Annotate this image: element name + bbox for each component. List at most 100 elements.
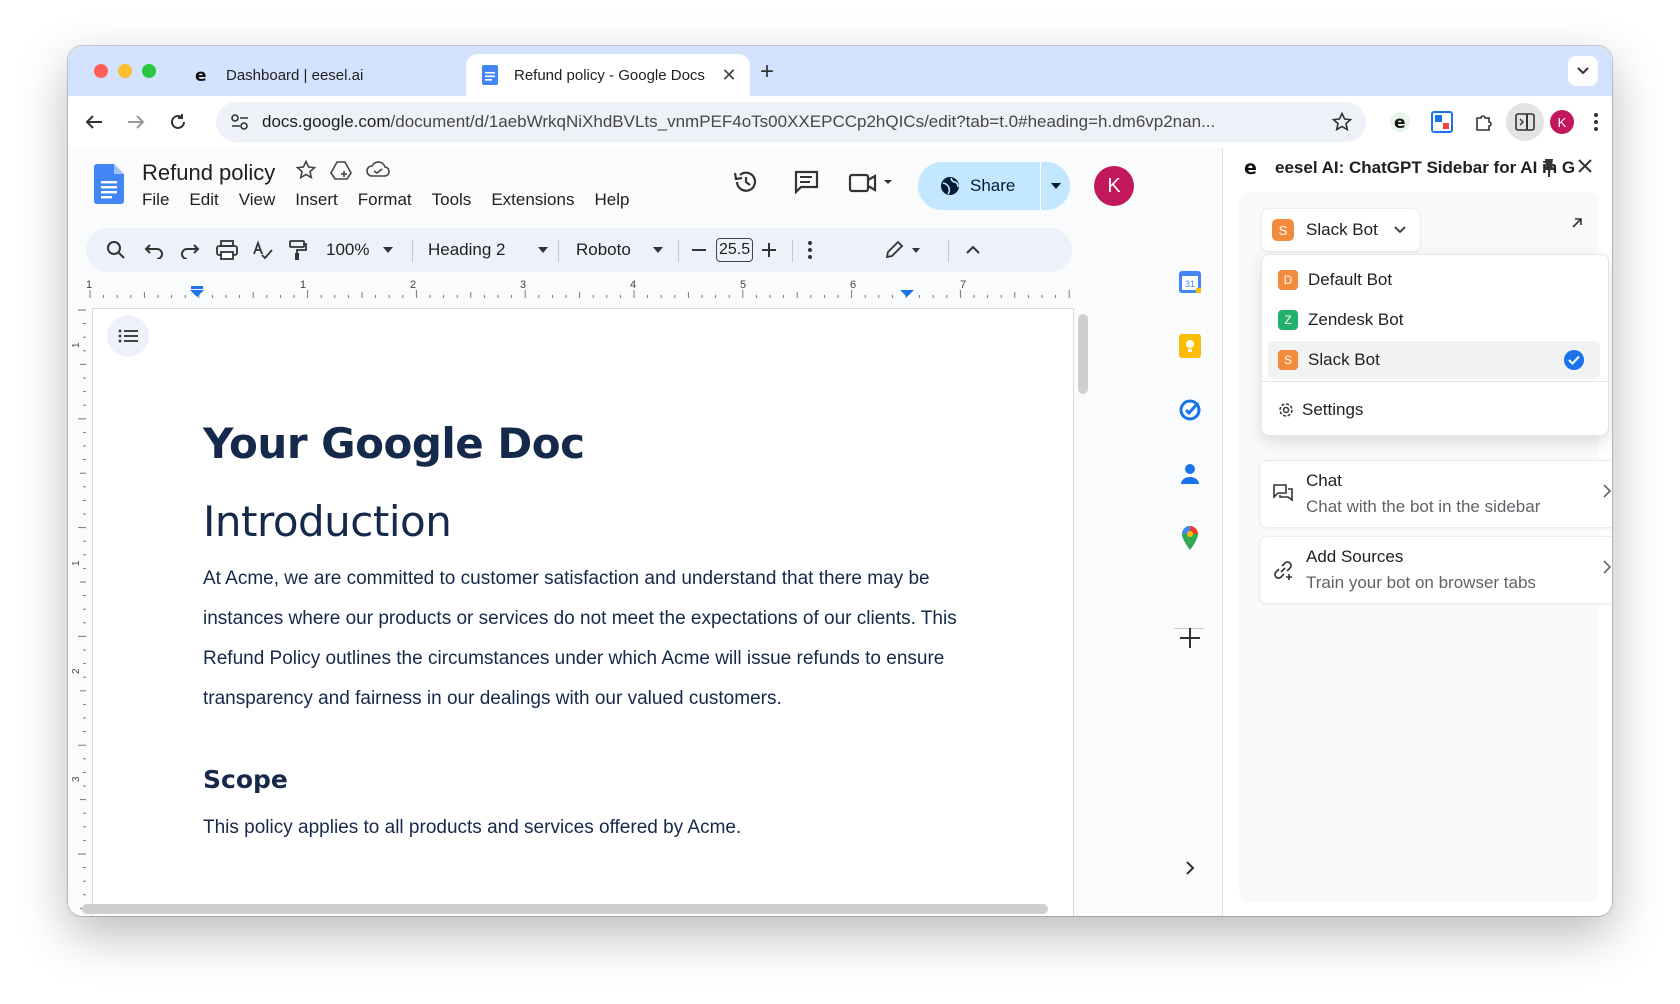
menu-edit[interactable]: Edit xyxy=(189,190,218,210)
menu-help[interactable]: Help xyxy=(594,190,629,210)
editing-mode-icon[interactable] xyxy=(884,228,924,272)
doc-heading-1[interactable]: Your Google Doc xyxy=(203,419,585,468)
keep-icon[interactable] xyxy=(1176,332,1204,360)
ruler-number: 2 xyxy=(71,668,82,674)
site-info-icon[interactable] xyxy=(230,113,250,136)
search-menus-icon[interactable] xyxy=(106,228,126,272)
menu-format[interactable]: Format xyxy=(358,190,412,210)
menu-insert[interactable]: Insert xyxy=(295,190,338,210)
eesel-extension-icon[interactable]: e xyxy=(1386,108,1414,136)
star-icon[interactable] xyxy=(295,159,317,185)
svg-text:e: e xyxy=(195,66,207,84)
extensions-puzzle-icon[interactable] xyxy=(1470,108,1498,136)
font-select[interactable]: Roboto xyxy=(576,228,663,272)
doc-heading-3[interactable]: Scope xyxy=(203,765,288,794)
menu-view[interactable]: View xyxy=(239,190,276,210)
maximize-window-button[interactable] xyxy=(142,64,156,78)
cloud-saved-icon[interactable] xyxy=(366,160,390,185)
document-page[interactable]: Your Google Doc Introduction At Acme, we… xyxy=(92,308,1074,916)
globe-icon xyxy=(940,176,960,196)
horizontal-ruler[interactable]: 1 1 2 3 4 5 6 7 xyxy=(86,278,1072,300)
settings-menu-item[interactable]: Settings xyxy=(1268,391,1600,429)
open-external-icon[interactable] xyxy=(1571,216,1583,234)
share-main[interactable]: Share xyxy=(918,176,1040,196)
svg-text:e: e xyxy=(1394,113,1406,133)
bot-option-default[interactable]: D Default Bot xyxy=(1268,261,1600,299)
ruler-number: 1 xyxy=(300,279,306,291)
docs-profile-avatar[interactable]: K xyxy=(1094,166,1134,206)
bot-option-zendesk[interactable]: Z Zendesk Bot xyxy=(1268,301,1600,339)
docs-logo-icon[interactable] xyxy=(94,164,124,209)
screenshot-extension-icon[interactable] xyxy=(1428,108,1456,136)
spellcheck-icon[interactable] xyxy=(252,228,274,272)
tab-search-icon[interactable] xyxy=(1568,56,1598,86)
horizontal-scrollbar[interactable] xyxy=(82,904,1048,914)
eesel-icon: e xyxy=(1243,157,1263,179)
document-outline-icon[interactable] xyxy=(107,315,149,357)
redo-icon[interactable] xyxy=(180,228,200,272)
paint-format-icon[interactable] xyxy=(288,228,308,272)
font-size-input[interactable]: 25.5 xyxy=(716,228,754,272)
chat-icon xyxy=(1272,483,1294,508)
move-to-drive-icon[interactable] xyxy=(330,160,352,185)
share-dropdown-icon[interactable] xyxy=(1041,182,1070,190)
contacts-icon[interactable] xyxy=(1176,460,1204,488)
doc-heading-2[interactable]: Introduction xyxy=(203,497,452,546)
comments-icon[interactable] xyxy=(792,168,820,201)
tab-close-icon[interactable]: ✕ xyxy=(716,65,742,86)
browser-menu-icon[interactable] xyxy=(1582,108,1610,136)
title-actions xyxy=(295,159,390,185)
close-panel-icon[interactable] xyxy=(1578,159,1592,178)
version-history-icon[interactable] xyxy=(732,168,760,201)
chevron-right-icon xyxy=(1602,483,1612,504)
maps-icon[interactable] xyxy=(1176,524,1204,552)
doc-paragraph[interactable]: This policy applies to all products and … xyxy=(203,817,741,839)
get-addons-icon[interactable] xyxy=(1176,624,1204,652)
bookmark-star-icon[interactable] xyxy=(1331,111,1353,137)
right-indent-marker[interactable] xyxy=(900,290,914,297)
calendar-icon[interactable]: 31 xyxy=(1176,268,1204,296)
style-select[interactable]: Heading 2 xyxy=(428,228,548,272)
menu-file[interactable]: File xyxy=(142,190,169,210)
bot-dropdown-menu: D Default Bot Z Zendesk Bot S Slack Bot xyxy=(1261,254,1609,436)
forward-icon[interactable] xyxy=(122,108,150,136)
back-icon[interactable] xyxy=(80,108,108,136)
action-title: Add Sources xyxy=(1306,547,1404,566)
side-panel-icon[interactable] xyxy=(1506,103,1544,141)
tasks-icon[interactable] xyxy=(1176,396,1204,424)
reload-icon[interactable] xyxy=(164,108,192,136)
menu-tools[interactable]: Tools xyxy=(432,190,472,210)
close-window-button[interactable] xyxy=(94,64,108,78)
toolbar-divider xyxy=(792,240,793,262)
zoom-select[interactable]: 100% xyxy=(326,228,394,272)
expand-rail-icon[interactable] xyxy=(1176,854,1204,882)
address-bar[interactable]: docs.google.com/document/d/1aebWrkqNiXhd… xyxy=(216,102,1366,142)
toolbar-divider xyxy=(558,240,559,262)
bot-option-slack[interactable]: S Slack Bot xyxy=(1268,341,1600,379)
vertical-scrollbar[interactable] xyxy=(1078,314,1088,394)
meet-icon[interactable] xyxy=(848,168,898,201)
style-dropdown-icon xyxy=(537,247,548,253)
tab-refund-policy[interactable]: Refund policy - Google Docs ✕ xyxy=(466,54,750,96)
print-icon[interactable] xyxy=(216,228,238,272)
profile-avatar[interactable]: K xyxy=(1548,108,1576,136)
share-button[interactable]: Share xyxy=(918,162,1070,210)
more-options-icon[interactable] xyxy=(808,228,812,272)
bot-selector[interactable]: S Slack Bot xyxy=(1261,208,1421,252)
left-indent-marker[interactable] xyxy=(190,290,204,297)
undo-icon[interactable] xyxy=(144,228,164,272)
format-toolbar: 100% Heading 2 Roboto 25.5 xyxy=(86,228,1072,272)
decrease-font-size-icon[interactable] xyxy=(692,228,706,272)
new-tab-icon[interactable]: + xyxy=(760,58,774,86)
first-line-indent-marker[interactable] xyxy=(191,286,203,289)
add-sources-action-card[interactable]: Add Sources Train your bot on browser ta… xyxy=(1259,536,1612,604)
chat-action-card[interactable]: Chat Chat with the bot in the sidebar xyxy=(1259,460,1612,528)
pin-icon[interactable] xyxy=(1542,158,1556,183)
hide-menus-icon[interactable] xyxy=(966,228,980,272)
menu-extensions[interactable]: Extensions xyxy=(491,190,574,210)
vertical-ruler[interactable]: 1 1 2 3 xyxy=(68,308,86,916)
document-title[interactable]: Refund policy xyxy=(142,160,275,186)
increase-font-size-icon[interactable] xyxy=(762,228,776,272)
minimize-window-button[interactable] xyxy=(118,64,132,78)
doc-paragraph[interactable]: At Acme, we are committed to customer sa… xyxy=(203,559,963,719)
